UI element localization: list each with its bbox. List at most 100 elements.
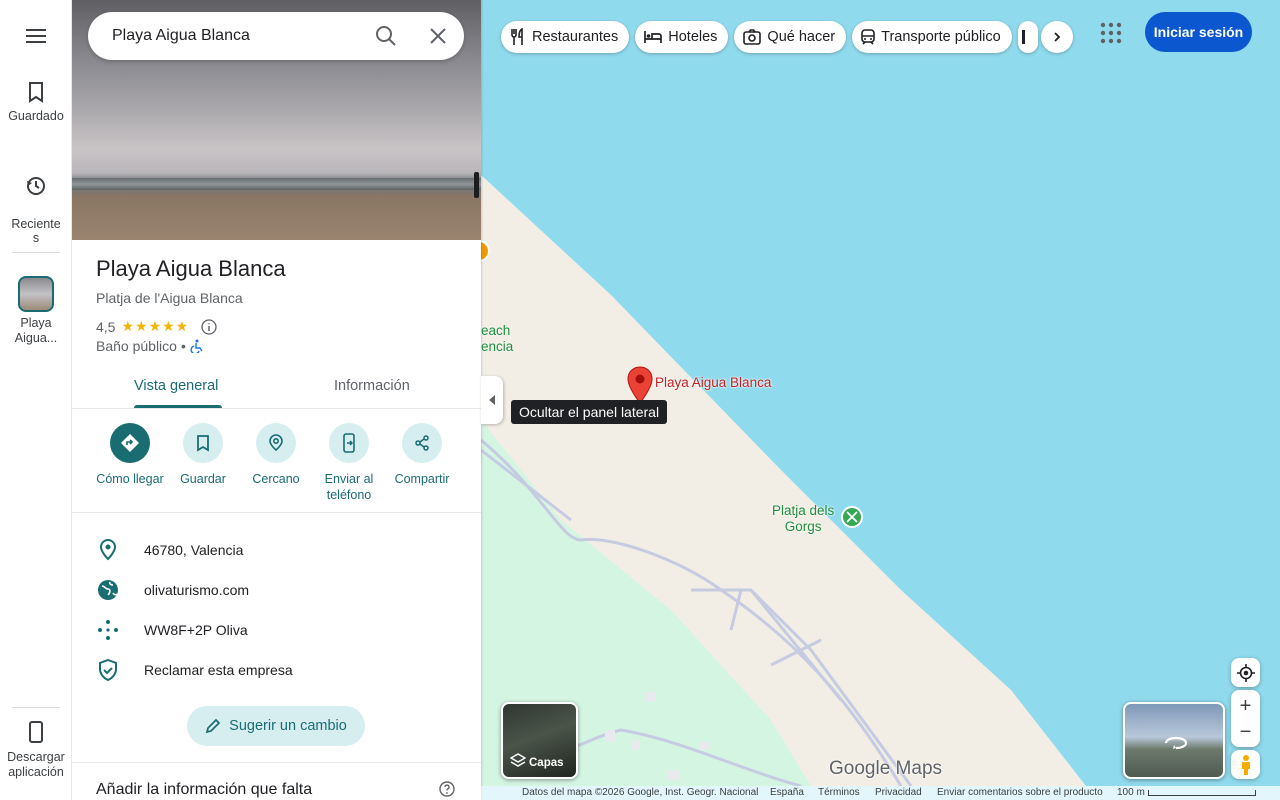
search-box: [88, 12, 464, 60]
layers-icon: [510, 753, 526, 767]
collapse-tooltip: Ocultar el panel lateral: [511, 400, 668, 424]
directions-label: Cómo llegar: [96, 472, 164, 486]
send-to-phone-icon: [343, 433, 355, 453]
rail-divider: [12, 252, 60, 253]
menu-button[interactable]: [0, 26, 72, 52]
pegman-button[interactable]: [1231, 750, 1260, 779]
photo-person: [474, 172, 479, 198]
share-button[interactable]: Compartir: [385, 423, 459, 487]
claim-business-text: Reclamar esta empresa: [144, 662, 293, 678]
pegman-icon: [1241, 754, 1250, 775]
menu-icon: [26, 29, 46, 43]
action-buttons: Cómo llegar Guardar Cercano Enviar al te…: [72, 423, 481, 513]
place-alt-name: Platja de l'Aigua Blanca: [96, 290, 243, 306]
recent-place-item[interactable]: Playa Aigua...: [0, 276, 72, 346]
place-category[interactable]: Baño público: [96, 338, 177, 354]
footer-feedback[interactable]: Enviar comentarios sobre el producto: [937, 787, 1103, 798]
active-tab-indicator: [134, 405, 222, 408]
chip-transit-label: Transporte público: [881, 29, 1001, 45]
share-label: Compartir: [394, 472, 450, 486]
suggest-edit-label: Sugerir un cambio: [229, 718, 347, 734]
place-panel: Playa Aigua Blanca Platja de l'Aigua Bla…: [72, 0, 481, 800]
save-label: Guardar: [180, 472, 226, 486]
plus-code-icon: [98, 620, 118, 640]
tab-information[interactable]: Información: [334, 378, 410, 394]
address-row[interactable]: 46780, Valencia: [72, 530, 481, 570]
plus-code-text: WW8F+2P Oliva: [144, 622, 248, 638]
missing-info-section: Añadir la información que falta: [72, 762, 481, 798]
street-view-thumbnail[interactable]: [1123, 702, 1225, 779]
directions-button[interactable]: Cómo llegar: [93, 423, 167, 487]
save-button[interactable]: Guardar: [166, 423, 240, 487]
apps-grid-icon[interactable]: [1098, 20, 1124, 46]
zoom-out-button[interactable]: −: [1240, 719, 1252, 745]
photo-wave: [72, 178, 481, 190]
send-to-phone-button[interactable]: Enviar al teléfono: [312, 423, 386, 503]
chip-restaurants[interactable]: Restaurantes: [501, 21, 630, 53]
recent-place-thumbnail: [18, 276, 54, 312]
address-text: 46780, Valencia: [144, 542, 244, 558]
collapse-panel-button[interactable]: [481, 376, 503, 424]
pencil-icon: [205, 718, 221, 734]
google-maps-logo: Google Maps: [829, 758, 943, 779]
rotate-360-icon: [1164, 736, 1188, 750]
poi-label-cut[interactable]: each encia: [481, 323, 513, 355]
category-row: Baño público •: [96, 338, 204, 354]
rating-value: 4,5: [96, 318, 116, 335]
wheelchair-icon: [190, 339, 203, 353]
phone-icon: [29, 721, 43, 743]
search-icon[interactable]: [374, 24, 398, 53]
recent-place-label: Playa Aigua...: [14, 316, 58, 345]
share-icon: [415, 435, 429, 451]
zoom-in-button[interactable]: +: [1240, 693, 1252, 719]
close-icon[interactable]: [426, 24, 450, 53]
nearby-icon: [269, 434, 283, 452]
place-title: Playa Aigua Blanca: [96, 256, 286, 281]
history-icon: [27, 177, 45, 195]
info-icon[interactable]: [201, 318, 217, 335]
chip-things-to-do-label: Qué hacer: [767, 29, 836, 45]
chips-next-button[interactable]: [1041, 21, 1073, 53]
caret-left-icon: [489, 395, 495, 405]
claim-business-row[interactable]: Reclamar esta empresa: [72, 650, 481, 690]
poi-label[interactable]: Platja dels Gorgs: [772, 503, 834, 535]
signin-button[interactable]: Iniciar sesión: [1145, 12, 1252, 52]
send-to-phone-label: Enviar al teléfono: [324, 472, 374, 502]
category-separator: •: [180, 338, 186, 354]
suggest-edit-button[interactable]: Sugerir un cambio: [187, 706, 365, 746]
website-row[interactable]: olivaturismo.com: [72, 570, 481, 610]
verified-shield-icon: [99, 659, 117, 681]
rail-divider-bottom: [12, 707, 60, 708]
pin-label[interactable]: Playa Aigua Blanca: [655, 375, 771, 390]
tab-overview[interactable]: Vista general: [134, 378, 218, 394]
help-icon[interactable]: [439, 781, 455, 797]
chip-things-to-do[interactable]: Qué hacer: [734, 21, 847, 53]
my-location-icon: [1236, 663, 1255, 682]
footer-country[interactable]: España: [770, 787, 804, 798]
chevron-right-icon: [1054, 32, 1061, 42]
restaurant-icon: [511, 28, 523, 45]
scale-label[interactable]: 100 m: [1117, 787, 1145, 798]
search-input[interactable]: [112, 27, 362, 45]
plus-code-row[interactable]: WW8F+2P Oliva: [72, 610, 481, 650]
chip-partial-icon: [1021, 30, 1025, 44]
nearby-label: Cercano: [252, 472, 300, 486]
download-label: Descargar aplicación: [7, 750, 65, 779]
place-pin-icon[interactable]: [625, 365, 655, 405]
layers-button[interactable]: Capas: [501, 702, 578, 779]
chip-restaurants-label: Restaurantes: [532, 29, 619, 45]
footer-privacy[interactable]: Privacidad: [875, 787, 922, 798]
footer-terms[interactable]: Términos: [818, 787, 860, 798]
chip-more-partial[interactable]: [1017, 21, 1038, 53]
recents-button[interactable]: Reciente s: [0, 161, 72, 245]
chip-hotels[interactable]: Hoteles: [635, 21, 729, 53]
saved-button[interactable]: Guardado: [0, 81, 72, 123]
my-location-button[interactable]: [1231, 658, 1260, 687]
rating-stars[interactable]: ★★★★★: [121, 318, 189, 335]
camera-icon: [743, 29, 762, 45]
rating-row: 4,5 ★★★★★: [96, 318, 217, 335]
nearby-button[interactable]: Cercano: [239, 423, 313, 487]
missing-info-title: Añadir la información que falta: [96, 781, 313, 798]
chip-transit[interactable]: Transporte público: [852, 21, 1012, 53]
download-app-button[interactable]: Descargar aplicación: [0, 720, 72, 780]
